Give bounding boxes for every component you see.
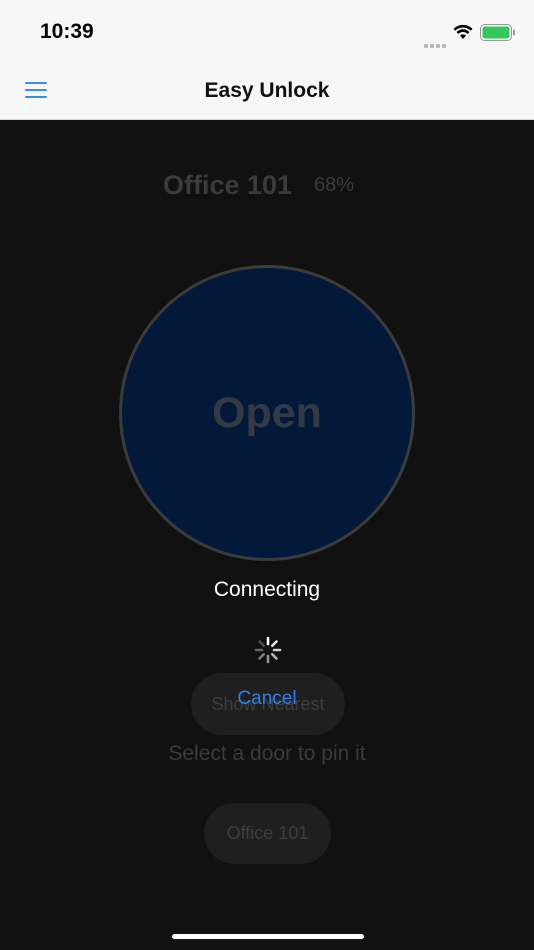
navigation-bar: Easy Unlock <box>0 60 534 120</box>
door-chip-office-101[interactable]: Office 101 <box>204 803 331 864</box>
status-time: 10:39 <box>40 20 94 43</box>
cancel-button[interactable]: Cancel <box>0 688 534 710</box>
battery-icon <box>480 24 515 41</box>
select-door-hint: Select a door to pin it <box>168 742 366 765</box>
open-door-button[interactable]: Open <box>119 265 415 561</box>
wifi-icon <box>453 24 473 39</box>
door-name: Office 101 <box>163 170 293 200</box>
open-button-label: Open <box>212 388 322 437</box>
connecting-status: Connecting <box>213 578 321 601</box>
status-bar: 10:39 <box>0 0 534 60</box>
cellular-signal-icon <box>424 35 448 53</box>
door-battery-level: 68% <box>314 174 355 196</box>
loading-spinner-icon <box>254 636 282 664</box>
home-indicator[interactable] <box>172 934 364 939</box>
main-content: Office 101 68% Open Show Nearest Select … <box>0 120 534 950</box>
page-title: Easy Unlock <box>204 79 330 102</box>
